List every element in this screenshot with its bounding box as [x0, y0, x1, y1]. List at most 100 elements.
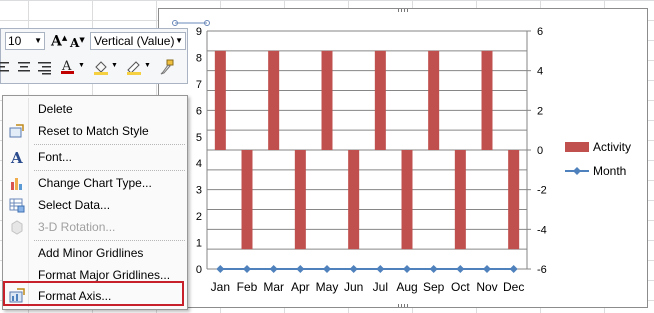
bar-activity [428, 50, 440, 151]
grow-font-button[interactable]: A▲ [51, 33, 67, 50]
font-color-icon[interactable]: A [59, 58, 77, 76]
primary-y-tick-label: 8 [196, 52, 202, 64]
mini-toolbar: 10 ▼ A▲ A▼ Vertical (Value) ▼ A ▼ ▼ ▼ [0, 28, 188, 84]
outline-color-icon[interactable] [125, 58, 143, 76]
menu-item-label: Delete [38, 102, 73, 116]
chart-element-selector[interactable]: Vertical (Value) ▼ [90, 32, 186, 50]
bar-activity [481, 50, 493, 151]
bar-activity [348, 150, 360, 250]
grow-font-icon: A [51, 33, 62, 50]
primary-y-tick-label: 6 [196, 105, 202, 117]
menu-item-label: Reset to Match Style [38, 124, 149, 138]
x-tick-label: Jul [373, 280, 388, 294]
menu-item-label: Format Major Gridlines... [38, 268, 171, 282]
marker-month [376, 265, 385, 273]
bar-activity [268, 50, 280, 151]
x-tick-label: May [316, 280, 339, 294]
marker-month [243, 265, 251, 273]
chevron-down-icon[interactable]: ▼ [111, 62, 118, 69]
x-tick-label: Feb [237, 280, 258, 294]
menu-item-label: Change Chart Type... [38, 176, 152, 190]
shrink-font-button[interactable]: A▼ [70, 35, 85, 50]
menu-item-reset-to-match-style[interactable]: Reset to Match Style [5, 121, 185, 141]
menu-item-change-chart-type[interactable]: Change Chart Type... [5, 173, 185, 193]
primary-y-tick-label: 7 [196, 79, 202, 91]
menu-item-select-data[interactable]: Select Data... [5, 195, 185, 215]
bar-activity [401, 150, 413, 250]
marker-month [296, 265, 305, 273]
chart-element-value: Vertical (Value) [94, 34, 175, 48]
format-painter-icon[interactable] [158, 58, 176, 76]
bar-activity [374, 50, 386, 151]
chevron-down-icon: ▼ [175, 36, 183, 45]
rotation-3d-icon [11, 220, 23, 235]
chart-area[interactable]: 0 1 2 3 4 5 6 7 8 9 6 4 2 0 -2 -4 -6 Jan Feb Mar Apr May Jun Ju… [158, 8, 648, 308]
chevron-down-icon[interactable]: ▼ [78, 62, 85, 69]
font-size-dropdown[interactable]: 10 ▼ [5, 32, 45, 50]
menu-separator [34, 144, 185, 145]
font-icon: A [10, 149, 23, 165]
chart-type-icon [11, 178, 22, 190]
legend-label-month: Month [593, 164, 626, 178]
x-tick-label: Sep [423, 280, 445, 294]
chart-plot[interactable]: 0 1 2 3 4 5 6 7 8 9 6 4 2 0 -2 -4 -6 Jan Feb Mar Apr May Jun Ju… [159, 9, 649, 309]
menu-item-label: 3-D Rotation... [38, 220, 116, 234]
secondary-y-tick-label: -2 [537, 185, 547, 197]
chevron-down-icon[interactable]: ▼ [144, 62, 151, 69]
menu-separator [34, 240, 185, 241]
secondary-y-tick-label: 6 [537, 26, 543, 38]
marker-month [403, 265, 411, 273]
menu-separator [34, 170, 185, 171]
marker-month [456, 265, 465, 273]
x-tick-label: Mar [263, 280, 284, 294]
secondary-y-tick-label: 0 [537, 145, 543, 157]
x-tick-label: Dec [503, 280, 524, 294]
bar-activity [241, 150, 253, 250]
bar-activity [508, 150, 520, 250]
align-center-icon[interactable] [15, 58, 33, 76]
reset-style-icon [9, 124, 24, 138]
marker-month [216, 265, 225, 273]
align-right-icon[interactable] [35, 58, 53, 76]
svg-text:A: A [10, 149, 23, 165]
menu-item-font[interactable]: A Font... [5, 147, 185, 167]
secondary-y-tick-label: -4 [537, 224, 547, 236]
bar-activity [321, 50, 333, 151]
primary-y-tick-label: 5 [196, 132, 202, 144]
menu-item-label: Add Minor Gridlines [38, 246, 144, 260]
fill-color-icon[interactable] [92, 58, 110, 76]
x-tick-label: Oct [451, 280, 470, 294]
font-size-value: 10 [8, 34, 22, 48]
x-tick-label: Jun [344, 280, 363, 294]
primary-y-tick-label: 4 [196, 158, 202, 170]
legend-swatch-month-marker [573, 167, 581, 175]
marker-month [323, 265, 331, 273]
marker-month [269, 265, 278, 273]
x-tick-label: Jan [211, 280, 230, 294]
x-tick-label: Aug [396, 280, 417, 294]
bar-activity [214, 50, 226, 151]
primary-y-tick-label: 3 [196, 185, 202, 197]
primary-y-tick-label: 0 [196, 264, 202, 276]
primary-y-tick-label: 2 [196, 211, 202, 223]
menu-item-3d-rotation[interactable]: 3-D Rotation... [5, 217, 185, 237]
select-data-icon [9, 198, 25, 213]
shrink-font-icon: A [70, 36, 80, 50]
bar-activity [454, 150, 466, 250]
menu-item-add-minor-gridlines[interactable]: Add Minor Gridlines [5, 243, 185, 263]
menu-item-label: Font... [38, 150, 73, 164]
legend-swatch-activity [565, 142, 589, 152]
menu-item-label: Select Data... [38, 198, 111, 212]
secondary-y-tick-label: -6 [537, 264, 547, 276]
primary-y-tick-label: 1 [196, 238, 202, 250]
legend-label-activity: Activity [593, 140, 631, 154]
align-left-icon[interactable] [0, 58, 13, 76]
marker-month [349, 265, 358, 273]
bar-activity [294, 150, 306, 250]
marker-month [429, 265, 438, 273]
chevron-down-icon: ▼ [34, 36, 42, 45]
secondary-y-tick-label: 2 [537, 105, 543, 117]
x-tick-label: Nov [476, 280, 497, 294]
highlight-annotation [3, 281, 184, 306]
menu-item-delete[interactable]: Delete [5, 99, 185, 119]
